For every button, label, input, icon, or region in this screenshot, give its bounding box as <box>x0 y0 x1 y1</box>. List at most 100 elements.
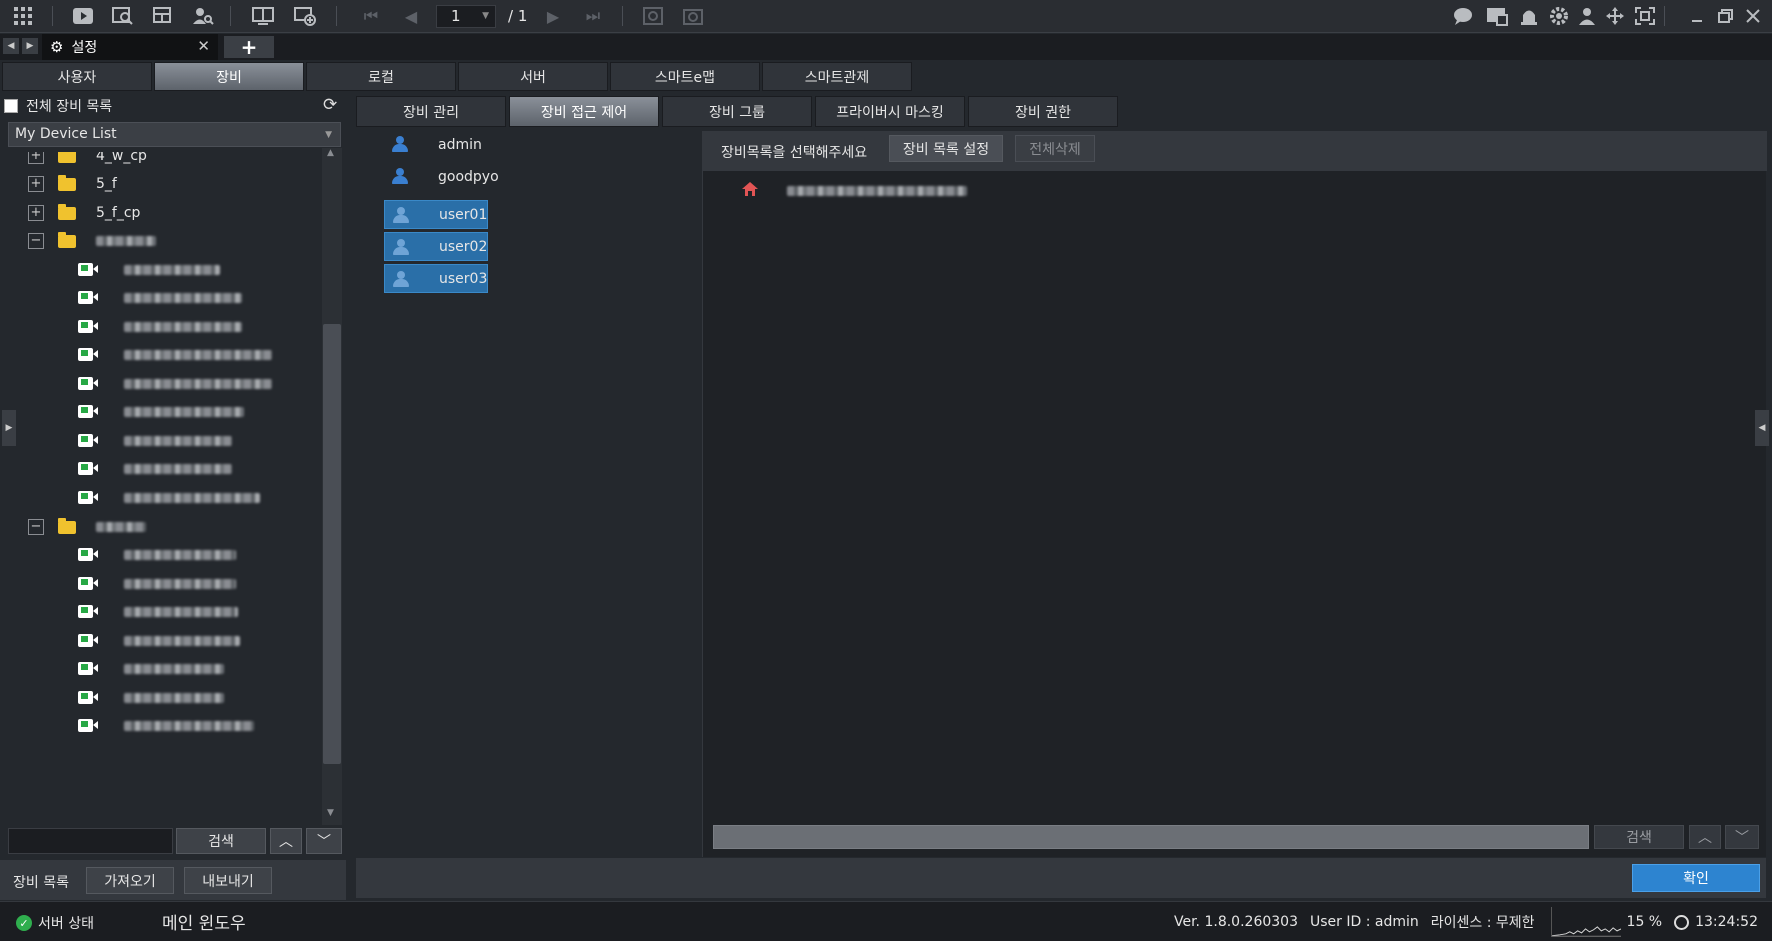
tab-local[interactable]: 로컬 <box>306 62 456 91</box>
select-device-prompt: 장비목록을 선택해주세요 <box>721 145 868 161</box>
search-person-icon[interactable] <box>190 4 216 28</box>
tab-scroll-left-icon[interactable]: ◀ <box>3 38 19 54</box>
tree-camera[interactable] <box>78 655 224 683</box>
chat-icon[interactable] <box>1450 4 1476 28</box>
checkbox[interactable] <box>4 99 18 113</box>
redacted-label <box>124 693 224 703</box>
collapse-icon[interactable]: − <box>28 519 44 535</box>
grid-icon[interactable] <box>10 4 36 28</box>
tab-privacy-masking[interactable]: 프라이버시 마스킹 <box>815 96 965 127</box>
import-button[interactable]: 가져오기 <box>86 867 174 894</box>
collapse-icon[interactable]: − <box>28 233 44 249</box>
tab-settings[interactable]: ⚙ 설정 ✕ <box>42 34 218 60</box>
tree-camera[interactable] <box>78 313 242 341</box>
main-window-label[interactable]: 메인 윈도우 <box>162 909 246 934</box>
tab-server[interactable]: 서버 <box>458 62 608 91</box>
rotate-icon[interactable] <box>640 4 666 28</box>
tree-camera[interactable] <box>78 455 232 483</box>
first-page-icon[interactable]: ⏮ <box>358 4 384 28</box>
user-item-user03[interactable]: user03 <box>384 264 488 293</box>
move-icon[interactable] <box>1602 4 1628 28</box>
tree-camera[interactable] <box>78 284 242 312</box>
capture-icon[interactable] <box>680 4 706 28</box>
tree-camera[interactable] <box>78 256 220 284</box>
scrollbar-thumb[interactable] <box>323 324 341 764</box>
device-search-button[interactable]: 검색 <box>1594 825 1684 849</box>
restore-icon[interactable] <box>1712 4 1738 28</box>
playback-search-icon[interactable] <box>110 4 136 28</box>
tab-device-permission[interactable]: 장비 권한 <box>968 96 1118 127</box>
scroll-down-icon[interactable]: ▼ <box>327 808 334 818</box>
user-icon[interactable] <box>1574 4 1600 28</box>
expand-icon[interactable]: + <box>28 176 44 192</box>
scroll-up-icon[interactable]: ▲ <box>327 148 334 158</box>
tree-camera[interactable] <box>78 684 224 712</box>
set-device-list-button[interactable]: 장비 목록 설정 <box>889 135 1003 162</box>
export-button[interactable]: 내보내기 <box>184 867 272 894</box>
last-page-icon[interactable]: ⏭ <box>580 4 606 28</box>
redacted-label <box>124 379 272 389</box>
tree-folder[interactable]: +5_f_cp <box>28 199 140 227</box>
device-list-select[interactable]: My Device List ▼ <box>8 122 341 147</box>
live-view-icon[interactable] <box>70 4 96 28</box>
device-search-input[interactable] <box>713 825 1589 849</box>
tree-camera[interactable] <box>78 484 260 512</box>
minimize-icon[interactable] <box>1684 4 1710 28</box>
delete-all-button[interactable]: 전체삭제 <box>1015 135 1095 162</box>
user-item-goodpyo[interactable]: goodpyo <box>384 162 499 191</box>
event-icon[interactable] <box>1484 4 1510 28</box>
tree-camera[interactable] <box>78 427 232 455</box>
server-status[interactable]: ✓ 서버 상태 <box>16 913 94 933</box>
tab-device-management[interactable]: 장비 관리 <box>356 96 506 127</box>
redacted-label <box>124 265 220 275</box>
next-page-icon[interactable]: ▶ <box>540 4 566 28</box>
tree-camera[interactable] <box>78 341 272 369</box>
close-tab-icon[interactable]: ✕ <box>197 37 210 55</box>
user-item-user01[interactable]: user01 <box>384 200 488 229</box>
alarm-icon[interactable] <box>1516 4 1542 28</box>
prev-page-icon[interactable]: ◀ <box>398 4 424 28</box>
user-item-user02[interactable]: user02 <box>384 232 488 261</box>
tab-smart-emap[interactable]: 스마트e맵 <box>610 62 760 91</box>
monitor-icon[interactable] <box>250 4 276 28</box>
user-item-admin[interactable]: admin <box>384 130 488 159</box>
refresh-icon[interactable]: ⟳ <box>323 95 337 115</box>
tree-folder[interactable]: +4_w_cp <box>28 152 147 170</box>
tab-device-access-control[interactable]: 장비 접근 제어 <box>509 96 659 127</box>
settings-icon[interactable] <box>1546 4 1572 28</box>
tab-smart-control[interactable]: 스마트관제 <box>762 62 912 91</box>
add-screen-icon[interactable] <box>292 4 318 28</box>
search-prev-button[interactable]: ︿ <box>270 828 302 854</box>
tree-camera[interactable] <box>78 598 238 626</box>
tree-camera[interactable] <box>78 370 272 398</box>
tree-camera[interactable] <box>78 398 244 426</box>
tab-scroll-right-icon[interactable]: ▶ <box>22 38 38 54</box>
right-panel-toggle-icon[interactable]: ◀ <box>1755 410 1769 446</box>
left-panel-toggle-icon[interactable]: ▶ <box>2 410 16 446</box>
tree-folder[interactable]: − <box>28 227 156 255</box>
expand-icon[interactable]: + <box>28 205 44 221</box>
tab-user[interactable]: 사용자 <box>2 62 152 91</box>
add-tab-button[interactable]: + <box>224 35 274 59</box>
tab-device[interactable]: 장비 <box>154 62 304 91</box>
tree-search-input[interactable] <box>8 828 173 854</box>
tree-camera[interactable] <box>78 627 240 655</box>
layout-icon[interactable] <box>150 4 176 28</box>
tree-folder[interactable]: +5_f <box>28 170 117 198</box>
close-icon[interactable] <box>1740 4 1766 28</box>
tree-camera[interactable] <box>78 712 254 740</box>
search-next-button[interactable]: ﹀ <box>306 828 342 854</box>
all-devices-checkbox[interactable]: 전체 장비 목록 <box>4 96 112 116</box>
ok-button[interactable]: 확인 <box>1632 864 1760 892</box>
tab-device-group[interactable]: 장비 그룹 <box>662 96 812 127</box>
page-number-input[interactable]: 1 ▼ <box>436 5 496 28</box>
expand-icon[interactable]: + <box>28 152 44 164</box>
device-tree[interactable]: +4_w_cp +5_f +5_f_cp − − <box>8 152 323 914</box>
tree-camera[interactable] <box>78 570 236 598</box>
tree-camera[interactable] <box>78 541 236 569</box>
device-search-prev-button[interactable]: ︿ <box>1689 825 1721 849</box>
tree-search-button[interactable]: 검색 <box>176 828 266 854</box>
fullscreen-icon[interactable] <box>1632 4 1658 28</box>
tree-folder[interactable]: − <box>28 513 146 541</box>
device-search-next-button[interactable]: ﹀ <box>1725 825 1759 849</box>
